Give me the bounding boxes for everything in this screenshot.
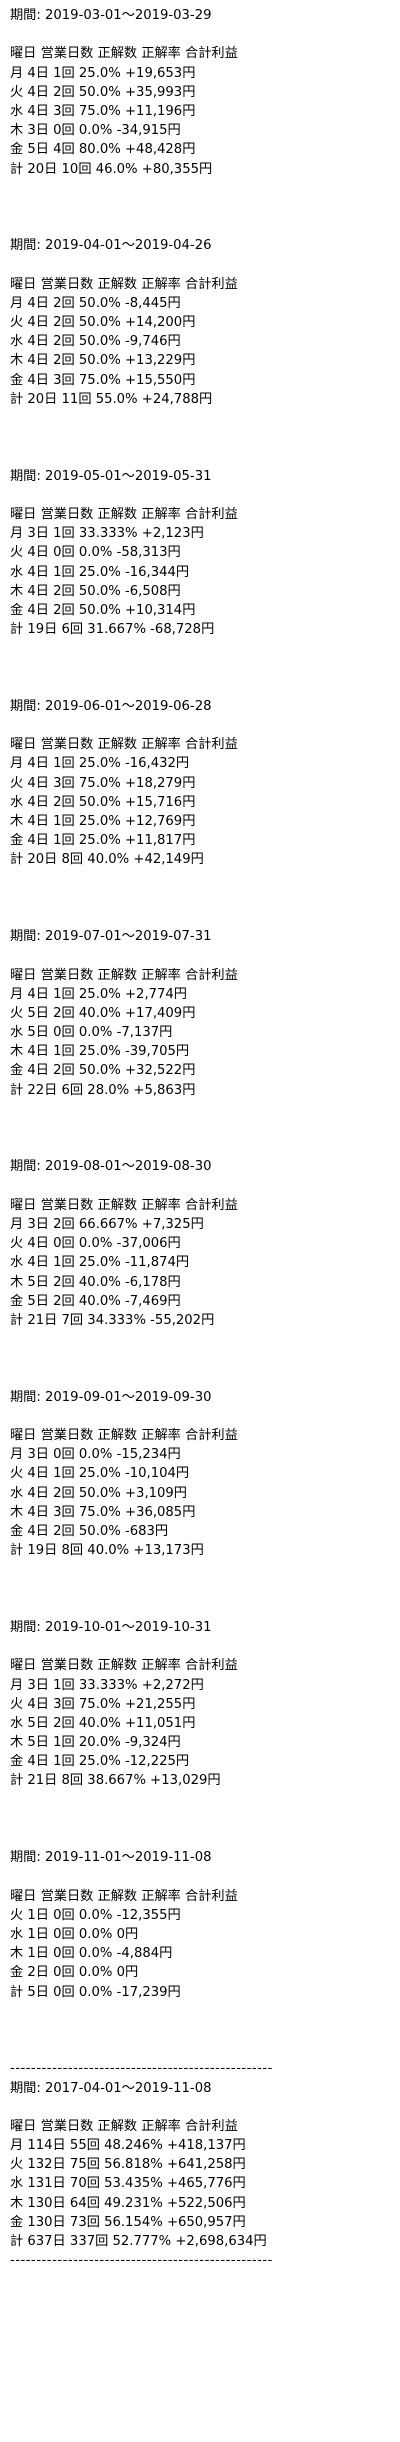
period-block: 期間: 2019-10-01～2019-10-31 曜日 営業日数 正解数 正解… xyxy=(10,1618,400,1791)
table-row: 月 3日 1回 33.333% +2,272円 xyxy=(10,1677,204,1693)
table-row: 木 4日 3回 75.0% +36,085円 xyxy=(10,1504,196,1520)
column-header: 曜日 営業日数 正解数 正解率 合計利益 xyxy=(10,2118,238,2134)
period-title: 期間: 2019-08-01～2019-08-30 xyxy=(10,1159,212,1175)
table-row: 水 4日 2回 50.0% +15,716円 xyxy=(10,794,196,810)
table-row: 月 3日 2回 66.667% +7,325円 xyxy=(10,1216,204,1232)
table-row: 火 4日 0回 0.0% -58,313円 xyxy=(10,545,181,561)
total-row: 計 637日 337回 52.777% +2,698,634円 xyxy=(10,2234,267,2250)
period-block: 期間: 2019-04-01～2019-04-26 曜日 営業日数 正解数 正解… xyxy=(10,236,400,409)
table-row: 金 130日 73回 56.154% +650,957円 xyxy=(10,2214,246,2230)
table-row: 木 130日 64回 49.231% +522,506円 xyxy=(10,2195,246,2211)
column-header: 曜日 営業日数 正解数 正解率 合計利益 xyxy=(10,1888,238,1904)
column-header: 曜日 営業日数 正解数 正解率 合計利益 xyxy=(10,1658,238,1674)
period-block: 期間: 2019-07-01～2019-07-31 曜日 営業日数 正解数 正解… xyxy=(10,927,400,1100)
table-row: 月 4日 1回 25.0% +19,653円 xyxy=(10,65,196,81)
table-row: 水 131日 70回 53.435% +465,776円 xyxy=(10,2176,246,2192)
table-row: 火 4日 2回 50.0% +35,993円 xyxy=(10,84,196,100)
column-header: 曜日 営業日数 正解数 正解率 合計利益 xyxy=(10,276,238,292)
table-row: 金 5日 4回 80.0% +48,428円 xyxy=(10,142,196,158)
table-row: 木 4日 1回 25.0% -39,705円 xyxy=(10,1044,190,1060)
table-row: 水 4日 2回 50.0% -9,746円 xyxy=(10,334,181,350)
table-row: 金 4日 1回 25.0% -12,225円 xyxy=(10,1754,190,1770)
table-row: 水 1日 0回 0.0% 0円 xyxy=(10,1927,139,1942)
table-row: 木 5日 1回 20.0% -9,324円 xyxy=(10,1735,181,1751)
period-block: 期間: 2019-03-01～2019-03-29 曜日 営業日数 正解数 正解… xyxy=(10,6,400,179)
table-row: 木 5日 2回 40.0% -6,178円 xyxy=(10,1274,181,1290)
table-row: 月 114日 55回 48.246% +418,137円 xyxy=(10,2138,246,2154)
total-row: 計 21日 7回 34.333% -55,202円 xyxy=(10,1312,215,1328)
table-row: 火 4日 2回 50.0% +14,200円 xyxy=(10,315,196,331)
total-row: 計 21日 8回 38.667% +13,029円 xyxy=(10,1773,221,1789)
table-row: 月 4日 1回 25.0% -16,432円 xyxy=(10,756,190,772)
period-title: 期間: 2017-04-01～2019-11-08 xyxy=(10,2080,212,2096)
period-title: 期間: 2019-04-01～2019-04-26 xyxy=(10,238,212,254)
divider: ----------------------------------------… xyxy=(10,2253,273,2269)
table-row: 金 4日 2回 50.0% -683円 xyxy=(10,1524,169,1539)
table-row: 木 1日 0回 0.0% -4,884円 xyxy=(10,1946,173,1962)
period-title: 期間: 2019-07-01～2019-07-31 xyxy=(10,929,212,945)
table-row: 水 4日 2回 50.0% +3,109円 xyxy=(10,1485,187,1501)
table-row: 金 4日 1回 25.0% +11,817円 xyxy=(10,833,196,849)
column-header: 曜日 営業日数 正解数 正解率 合計利益 xyxy=(10,967,238,983)
table-row: 金 4日 3回 75.0% +15,550円 xyxy=(10,372,196,388)
period-block: 期間: 2019-11-01～2019-11-08 曜日 営業日数 正解数 正解… xyxy=(10,1848,400,2002)
total-row: 計 20日 11回 55.0% +24,788円 xyxy=(10,391,213,407)
table-row: 月 4日 2回 50.0% -8,445円 xyxy=(10,295,181,311)
table-row: 水 4日 1回 25.0% -11,874円 xyxy=(10,1255,190,1271)
table-row: 火 1日 0回 0.0% -12,355円 xyxy=(10,1907,181,1923)
column-header: 曜日 営業日数 正解数 正解率 合計利益 xyxy=(10,46,238,62)
total-row: 計 19日 6回 31.667% -68,728円 xyxy=(10,622,215,638)
column-header: 曜日 営業日数 正解数 正解率 合計利益 xyxy=(10,1428,238,1444)
table-row: 火 4日 3回 75.0% +18,279円 xyxy=(10,775,196,791)
period-title: 期間: 2019-03-01～2019-03-29 xyxy=(10,8,212,23)
total-row: 計 22日 6回 28.0% +5,863円 xyxy=(10,1082,196,1098)
period-block: 期間: 2019-06-01～2019-06-28 曜日 営業日数 正解数 正解… xyxy=(10,697,400,870)
table-row: 火 4日 3回 75.0% +21,255円 xyxy=(10,1696,196,1712)
table-row: 金 4日 2回 50.0% +32,522円 xyxy=(10,1063,196,1079)
report: 期間: 2019-03-01～2019-03-29 曜日 営業日数 正解数 正解… xyxy=(0,0,400,2270)
column-header: 曜日 営業日数 正解数 正解率 合計利益 xyxy=(10,506,238,522)
table-row: 金 4日 2回 50.0% +10,314円 xyxy=(10,602,196,618)
table-row: 金 2日 0回 0.0% 0円 xyxy=(10,1965,139,1981)
table-row: 火 5日 2回 40.0% +17,409円 xyxy=(10,1005,196,1021)
period-block: 期間: 2019-09-01～2019-09-30 曜日 営業日数 正解数 正解… xyxy=(10,1388,400,1561)
table-row: 水 5日 0回 0.0% -7,137円 xyxy=(10,1025,173,1041)
period-title: 期間: 2019-06-01～2019-06-28 xyxy=(10,698,212,714)
table-row: 月 3日 1回 33.333% +2,123円 xyxy=(10,526,204,542)
table-row: 火 4日 1回 25.0% -10,104円 xyxy=(10,1466,190,1482)
period-title: 期間: 2019-10-01～2019-10-31 xyxy=(10,1619,212,1635)
period-block: 期間: 2019-05-01～2019-05-31 曜日 営業日数 正解数 正解… xyxy=(10,467,400,640)
divider: ----------------------------------------… xyxy=(10,2061,273,2077)
table-row: 木 3日 0回 0.0% -34,915円 xyxy=(10,123,181,139)
table-row: 木 4日 2回 50.0% -6,508円 xyxy=(10,583,181,599)
column-header: 曜日 営業日数 正解数 正解率 合計利益 xyxy=(10,1197,238,1213)
table-row: 金 5日 2回 40.0% -7,469円 xyxy=(10,1293,181,1309)
summary-block: 期間: 2017-04-01～2019-11-08 曜日 営業日数 正解数 正解… xyxy=(10,2079,400,2252)
table-row: 水 4日 3回 75.0% +11,196円 xyxy=(10,103,196,119)
period-title: 期間: 2019-09-01～2019-09-30 xyxy=(10,1389,212,1405)
table-row: 木 4日 1回 25.0% +12,769円 xyxy=(10,813,196,829)
period-title: 期間: 2019-11-01～2019-11-08 xyxy=(10,1850,212,1866)
table-row: 水 4日 1回 25.0% -16,344円 xyxy=(10,564,190,580)
table-row: 木 4日 2回 50.0% +13,229円 xyxy=(10,353,196,369)
table-row: 月 3日 0回 0.0% -15,234円 xyxy=(10,1447,181,1463)
total-row: 計 5日 0回 0.0% -17,239円 xyxy=(10,1984,181,2000)
period-title: 期間: 2019-05-01～2019-05-31 xyxy=(10,468,212,484)
total-row: 計 20日 8回 40.0% +42,149円 xyxy=(10,852,204,868)
total-row: 計 19日 8回 40.0% +13,173円 xyxy=(10,1543,204,1559)
table-row: 月 4日 1回 25.0% +2,774円 xyxy=(10,986,187,1002)
table-row: 火 4日 0回 0.0% -37,006円 xyxy=(10,1236,181,1252)
column-header: 曜日 営業日数 正解数 正解率 合計利益 xyxy=(10,737,238,753)
table-row: 火 132日 75回 56.818% +641,258円 xyxy=(10,2157,246,2173)
total-row: 計 20日 10回 46.0% +80,355円 xyxy=(10,161,213,177)
period-block: 期間: 2019-08-01～2019-08-30 曜日 営業日数 正解数 正解… xyxy=(10,1157,400,1330)
table-row: 水 5日 2回 40.0% +11,051円 xyxy=(10,1715,196,1731)
